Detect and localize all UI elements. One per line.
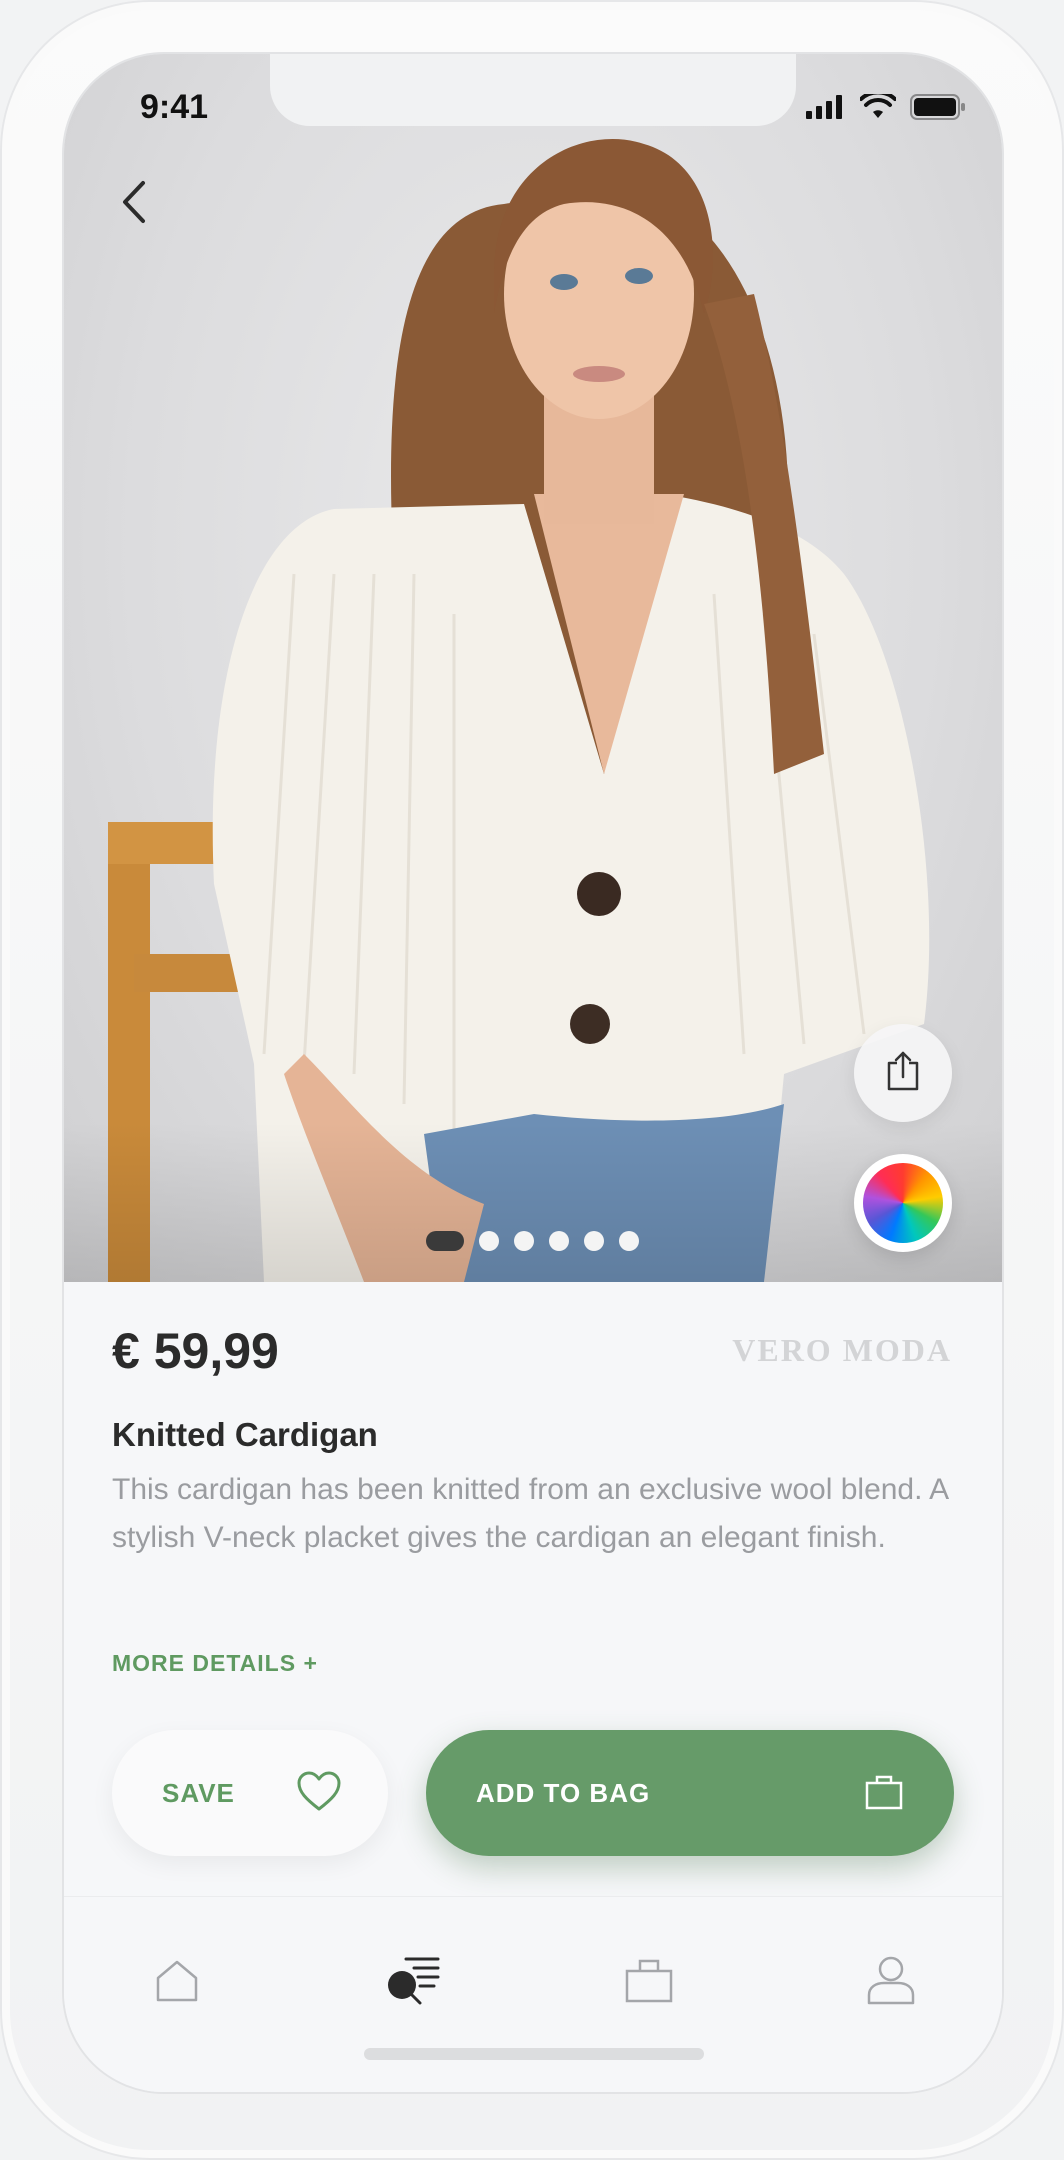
status-time: 9:41 — [140, 88, 209, 126]
pagination-dot[interactable] — [619, 1231, 639, 1251]
pagination-dot[interactable] — [549, 1231, 569, 1251]
color-wheel-icon — [863, 1163, 943, 1243]
status-icons — [806, 90, 966, 125]
nav-home[interactable] — [142, 1947, 212, 2017]
app-screen: 9:41 € 59,99 VERO MODA Knitted Cardigan … — [64, 54, 1002, 2092]
status-bar: 9:41 — [64, 54, 1002, 144]
image-pagination — [426, 1231, 639, 1251]
more-details-link[interactable]: MORE DETAILS + — [112, 1650, 318, 1677]
cellular-signal-icon — [806, 95, 846, 124]
device-frame: 9:41 € 59,99 VERO MODA Knitted Cardigan … — [0, 0, 1064, 2160]
nav-search[interactable] — [378, 1947, 448, 2017]
search-list-icon — [384, 1955, 442, 2010]
user-icon — [866, 1955, 916, 2010]
product-price: € 59,99 — [112, 1323, 279, 1379]
pagination-dot[interactable] — [479, 1231, 499, 1251]
pagination-dot-active[interactable] — [426, 1231, 464, 1251]
brand-logo: VERO MODA — [732, 1332, 952, 1368]
save-button[interactable]: SAVE — [112, 1730, 388, 1856]
device-notch — [270, 54, 796, 126]
pagination-dot[interactable] — [514, 1231, 534, 1251]
chevron-left-icon — [119, 179, 149, 230]
nav-bag[interactable] — [614, 1947, 684, 2017]
back-button[interactable] — [104, 174, 164, 234]
battery-icon — [910, 94, 966, 125]
nav-profile[interactable] — [856, 1947, 926, 2017]
shopping-bag-icon — [625, 1957, 673, 2008]
product-description: This cardigan has been knitted from an e… — [112, 1473, 948, 1554]
add-to-bag-button[interactable]: ADD TO BAG — [426, 1730, 954, 1856]
wifi-icon — [859, 90, 897, 125]
home-icon — [154, 1958, 200, 2007]
pagination-dot[interactable] — [584, 1231, 604, 1251]
bottom-navigation — [64, 1896, 1002, 2092]
share-icon — [885, 1049, 921, 1098]
add-to-bag-label: ADD TO BAG — [476, 1777, 651, 1808]
heart-icon — [296, 1770, 342, 1817]
share-button[interactable] — [854, 1024, 952, 1122]
product-title: Knitted Cardigan — [112, 1416, 378, 1453]
color-picker-button[interactable] — [854, 1154, 952, 1252]
shopping-bag-icon — [864, 1771, 904, 1816]
home-indicator[interactable] — [364, 2048, 704, 2060]
save-button-label: SAVE — [162, 1777, 235, 1808]
